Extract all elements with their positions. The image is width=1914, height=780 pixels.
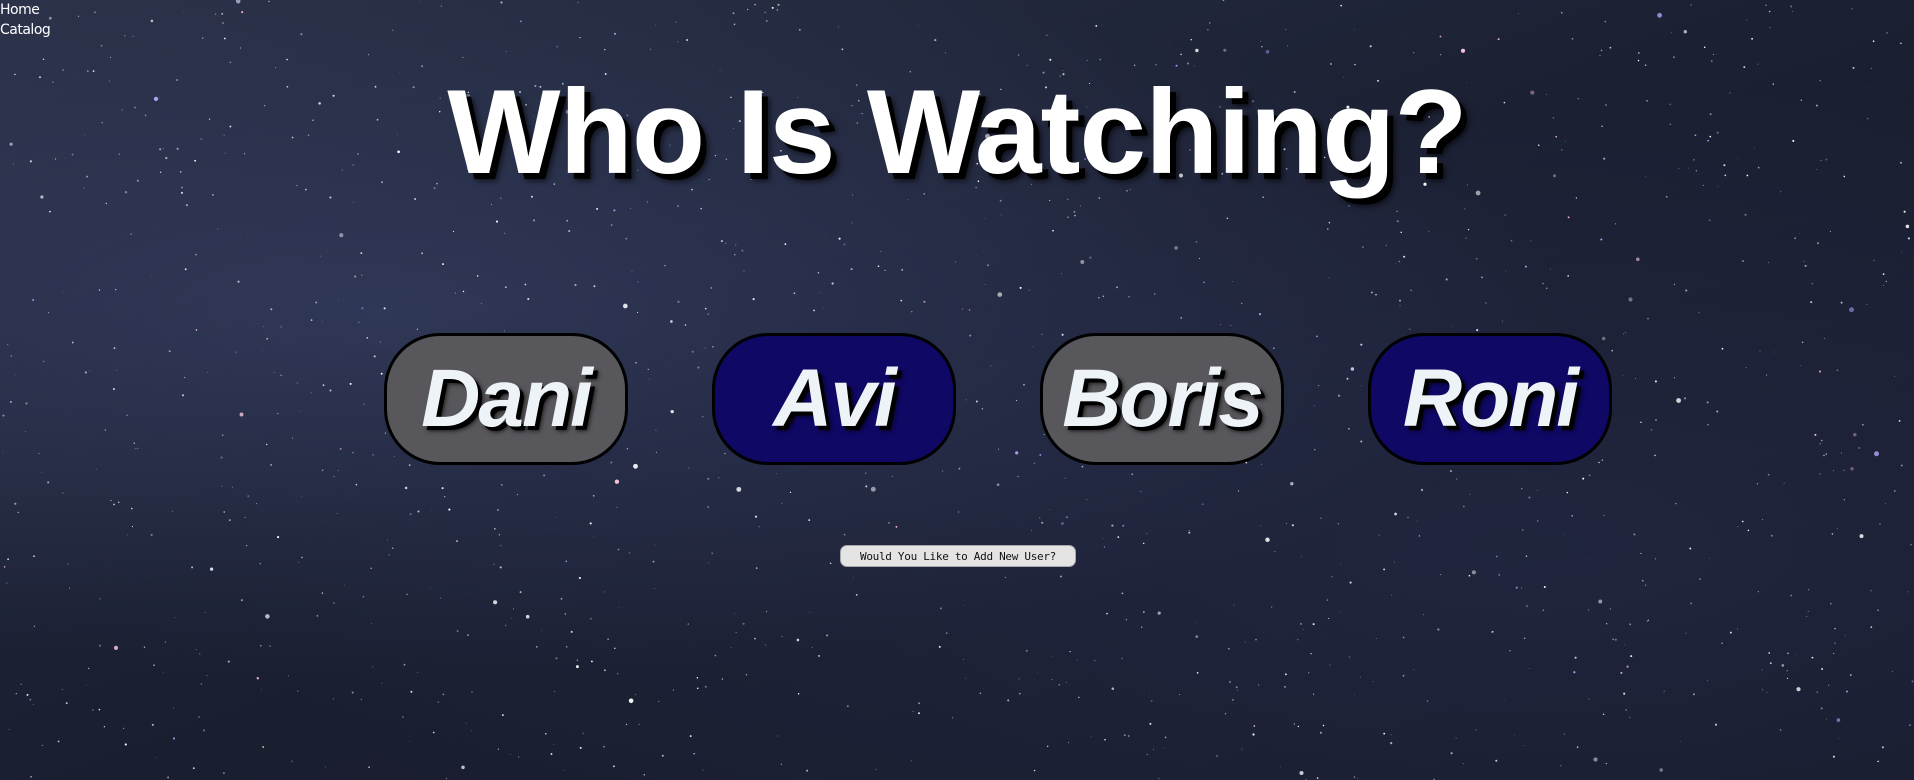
top-nav: Home Catalog	[0, 0, 51, 40]
profile-name: Avi	[773, 353, 897, 444]
profile-name: Roni	[1402, 353, 1579, 444]
starry-background: Home Catalog Who Is Watching? Dani Avi B…	[0, 0, 1914, 780]
profile-name: Boris	[1062, 353, 1264, 444]
nav-link-catalog[interactable]: Catalog	[0, 20, 51, 40]
page-title: Who Is Watching?	[447, 65, 1467, 199]
profile-button-dani[interactable]: Dani	[384, 333, 628, 465]
profile-button-roni[interactable]: Roni	[1368, 333, 1612, 465]
add-new-user-button[interactable]: Would You Like to Add New User?	[840, 545, 1076, 567]
profile-button-avi[interactable]: Avi	[712, 333, 956, 465]
profile-button-boris[interactable]: Boris	[1040, 333, 1284, 465]
profile-list: Dani Avi Boris Roni	[0, 333, 1914, 469]
profile-name: Dani	[421, 353, 593, 444]
nav-link-home[interactable]: Home	[0, 0, 50, 20]
